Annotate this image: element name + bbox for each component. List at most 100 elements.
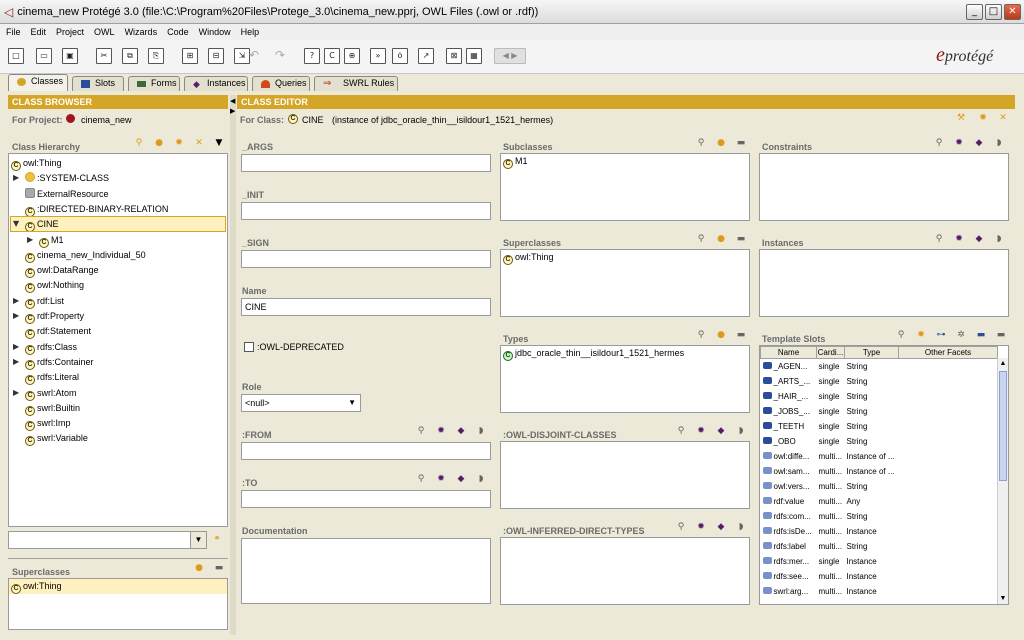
- add-constraint-icon[interactable]: ◆: [974, 138, 984, 148]
- tree-node[interactable]: ▶:SYSTEM-CLASS: [13, 171, 109, 185]
- table-row[interactable]: _OBO single String: [761, 434, 998, 449]
- new-project-icon[interactable]: □: [8, 48, 24, 64]
- search-dropdown-icon[interactable]: ▼: [190, 532, 206, 548]
- tree-node[interactable]: ExternalResource: [25, 187, 109, 201]
- tab-classes[interactable]: Classes: [8, 74, 68, 91]
- add-subclass-icon[interactable]: ●: [716, 138, 726, 148]
- remove-superclass-icon[interactable]: ▬: [214, 563, 224, 573]
- reasoner-icon[interactable]: »: [370, 48, 386, 64]
- scroll-thumb[interactable]: [999, 371, 1007, 481]
- binoculars-icon[interactable]: ⚭: [212, 534, 222, 544]
- delete-icon[interactable]: ✕: [998, 113, 1008, 123]
- remove-from-icon[interactable]: ◗: [476, 426, 486, 436]
- find-instance-icon[interactable]: ⚲: [934, 234, 944, 244]
- expand-arrow-icon[interactable]: ▶: [13, 386, 19, 400]
- remove-superclass-editor-icon[interactable]: ▬: [736, 234, 746, 244]
- list-item[interactable]: Cowl:Thing: [9, 579, 227, 594]
- create-constraint-icon[interactable]: ✹: [954, 138, 964, 148]
- menu-wizards[interactable]: Wizards: [125, 27, 158, 37]
- add-to-icon[interactable]: ◆: [456, 474, 466, 484]
- find-superclass-icon[interactable]: ⚲: [696, 234, 706, 244]
- add-disjoint-icon[interactable]: ◆: [716, 426, 726, 436]
- find-to-icon[interactable]: ⚲: [416, 474, 426, 484]
- close-button[interactable]: ✕: [1004, 4, 1021, 20]
- init-field[interactable]: [241, 202, 491, 220]
- tree-node[interactable]: C:DIRECTED-BINARY-RELATION: [25, 202, 168, 217]
- menu-window[interactable]: Window: [199, 27, 231, 37]
- class-menu-icon[interactable]: ▼: [214, 138, 224, 148]
- add-superclass-editor-icon[interactable]: ●: [716, 234, 726, 244]
- slot-facets-icon[interactable]: ✲: [956, 330, 966, 340]
- override-slot-icon[interactable]: ⊶: [936, 330, 946, 340]
- tab-swrl-rules[interactable]: ⇒ SWRL Rules: [314, 76, 398, 91]
- remove-type-icon[interactable]: ▬: [736, 330, 746, 340]
- add-instance-icon[interactable]: ◆: [974, 234, 984, 244]
- find-subclass-icon[interactable]: ⚲: [696, 138, 706, 148]
- tree-node[interactable]: ▼ C CINE: [10, 216, 226, 233]
- column-header-type[interactable]: Type: [844, 346, 899, 359]
- create-subclass-icon[interactable]: ●: [154, 138, 164, 148]
- save-project-icon[interactable]: ▣: [62, 48, 78, 64]
- paste-icon[interactable]: ⎘: [148, 48, 164, 64]
- scroll-down-icon[interactable]: ▼: [998, 593, 1008, 604]
- slots-scrollbar[interactable]: ▲ ▼: [997, 358, 1008, 604]
- tree-node[interactable]: ▶ C M1: [27, 233, 64, 248]
- copy-icon[interactable]: ⧉: [122, 48, 138, 64]
- redo-icon[interactable]: ↷: [272, 48, 288, 64]
- tree-node[interactable]: ▶ Cswrl:Atom: [13, 386, 77, 401]
- table-row[interactable]: _AGEN... single String: [761, 359, 998, 374]
- tree-node[interactable]: Cowl:Nothing: [25, 278, 84, 294]
- find-disjoint-icon[interactable]: ⚲: [676, 426, 686, 436]
- add-inferred-icon[interactable]: ◆: [716, 522, 726, 532]
- cut-icon[interactable]: ✂: [96, 48, 112, 64]
- menu-code[interactable]: Code: [167, 27, 189, 37]
- create-class-icon[interactable]: ✹: [174, 138, 184, 148]
- tree-node[interactable]: Crdfs:Literal: [25, 370, 79, 386]
- remove-constraint-icon[interactable]: ◗: [994, 138, 1004, 148]
- tree-node[interactable]: Crdf:Statement: [25, 324, 91, 340]
- tree-node[interactable]: Ccinema_new_Individual_50: [25, 248, 146, 263]
- grid-icon[interactable]: ⊠: [446, 48, 462, 64]
- menu-edit[interactable]: Edit: [31, 27, 47, 37]
- role-select[interactable]: <null> ▼: [241, 394, 361, 412]
- classify-icon[interactable]: C: [324, 48, 340, 64]
- nav-back-forward-icon[interactable]: ◀ ▶: [494, 48, 526, 64]
- deprecated-checkbox[interactable]: [244, 342, 254, 352]
- add-superclass-icon[interactable]: ●: [194, 563, 204, 573]
- splitter[interactable]: ◀ ▶: [230, 95, 236, 635]
- expand-arrow-icon[interactable]: ▶: [13, 340, 19, 354]
- tree-node[interactable]: Cowl:Thing: [11, 156, 62, 171]
- expand-arrow-icon[interactable]: ▶: [13, 171, 19, 185]
- menu-owl[interactable]: OWL: [94, 27, 115, 37]
- create-icon[interactable]: ✹: [978, 113, 988, 123]
- expand-arrow-icon[interactable]: ▶: [13, 355, 19, 369]
- remove-subclass-icon[interactable]: ▬: [736, 138, 746, 148]
- undo-icon[interactable]: ↶: [246, 48, 262, 64]
- table-row[interactable]: rdf:value multi... Any: [761, 494, 998, 509]
- table-row[interactable]: _JOBS_... single String: [761, 404, 998, 419]
- tree-node[interactable]: ▶ Crdf:List: [13, 294, 64, 309]
- create-to-icon[interactable]: ✹: [436, 474, 446, 484]
- metaclass-icon[interactable]: ⚒: [956, 113, 966, 123]
- delete-class-icon[interactable]: ✕: [194, 138, 204, 148]
- check-icon[interactable]: ⊕: [344, 48, 360, 64]
- maximize-button[interactable]: □: [985, 4, 1002, 20]
- export-icon[interactable]: ↗: [418, 48, 434, 64]
- table-row[interactable]: owl:diffe... multi... Instance of ...: [761, 449, 998, 464]
- tree-node[interactable]: Cswrl:Imp: [25, 416, 71, 432]
- find-type-icon[interactable]: ⚲: [696, 330, 706, 340]
- menu-project[interactable]: Project: [56, 27, 84, 37]
- column-header-name[interactable]: Name: [760, 346, 817, 359]
- name-field[interactable]: CINE: [241, 298, 491, 316]
- find-class-icon[interactable]: ⚲: [134, 138, 144, 148]
- from-field[interactable]: [241, 442, 491, 460]
- table-row[interactable]: owl:vers... multi... String: [761, 479, 998, 494]
- table-row[interactable]: swrl:arg... multi... Instance: [761, 584, 998, 599]
- expand-arrow-icon[interactable]: ▶: [27, 233, 33, 247]
- table-row[interactable]: _TEETH single String: [761, 419, 998, 434]
- minimize-button[interactable]: _: [966, 4, 983, 20]
- find-constraint-icon[interactable]: ⚲: [934, 138, 944, 148]
- table-row[interactable]: owl:sam... multi... Instance of ...: [761, 464, 998, 479]
- table-row[interactable]: rdfs:mer... single Instance: [761, 554, 998, 569]
- table-row[interactable]: _HAIR_... single String: [761, 389, 998, 404]
